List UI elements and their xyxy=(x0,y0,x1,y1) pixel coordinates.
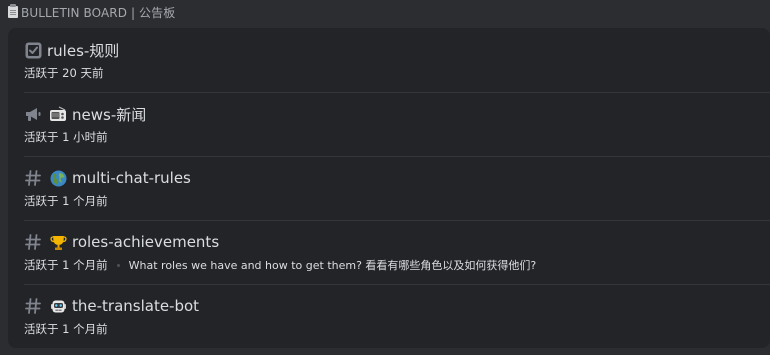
channel-title-line: rules-规则 xyxy=(24,40,119,60)
channel-name: rules-规则 xyxy=(47,41,120,60)
megaphone-icon xyxy=(24,105,42,123)
channel-name: roles-achievements xyxy=(72,233,220,251)
channel-activity-line: 活跃于 1 个月前 xyxy=(24,193,108,209)
channel-title-line: multi-chat-rules xyxy=(24,168,191,188)
globe-icon xyxy=(49,169,67,187)
channel-row-news[interactable]: news-新闻 活跃于 1 小时前 xyxy=(8,92,770,156)
channel-title-line: news-新闻 xyxy=(24,104,146,124)
channel-activity-line: 活跃于 1 个月前 xyxy=(24,321,108,337)
channel-title-line: roles-achievements xyxy=(24,232,219,252)
clipboard-icon xyxy=(8,4,18,18)
channel-name: news-新闻 xyxy=(72,105,147,124)
radio-icon xyxy=(49,105,67,123)
channel-name: multi-chat-rules xyxy=(72,169,191,187)
channel-activity: 活跃于 20 天前 xyxy=(24,66,104,80)
channel-list: rules-规则 活跃于 20 天前 news-新闻 活跃于 1 小时前 mul… xyxy=(8,28,770,348)
checkbox-icon xyxy=(24,41,42,59)
channel-row-roles-achievements[interactable]: roles-achievements 活跃于 1 个月前 What roles … xyxy=(8,220,770,284)
channel-activity: 活跃于 1 个月前 xyxy=(24,258,108,272)
channel-activity: 活跃于 1 个月前 xyxy=(24,322,108,336)
channel-row-multi-chat-rules[interactable]: multi-chat-rules 活跃于 1 个月前 xyxy=(8,156,770,220)
separator-dot xyxy=(116,263,120,267)
channel-name: the-translate-bot xyxy=(72,297,200,315)
channel-activity-line: 活跃于 20 天前 xyxy=(24,65,103,81)
category-label: BULLETIN BOARD | 公告板 xyxy=(21,5,176,20)
channel-activity-line: 活跃于 1 小时前 xyxy=(24,129,108,145)
channel-activity: 活跃于 1 个月前 xyxy=(24,194,108,208)
channel-activity-line: 活跃于 1 个月前 What roles we have and how to … xyxy=(24,257,536,273)
channel-activity: 活跃于 1 小时前 xyxy=(24,130,108,144)
category-header[interactable]: BULLETIN BOARD | 公告板 xyxy=(8,3,175,21)
channel-title-line: the-translate-bot xyxy=(24,296,199,316)
channel-row-rules[interactable]: rules-规则 活跃于 20 天前 xyxy=(8,28,770,92)
hash-icon xyxy=(24,297,42,315)
robot-icon xyxy=(49,297,67,315)
channel-row-the-translate-bot[interactable]: the-translate-bot 活跃于 1 个月前 xyxy=(8,284,770,348)
message-preview: What roles we have and how to get them? … xyxy=(128,259,537,272)
hash-icon xyxy=(24,169,42,187)
trophy-icon xyxy=(49,233,67,251)
hash-icon xyxy=(24,233,42,251)
